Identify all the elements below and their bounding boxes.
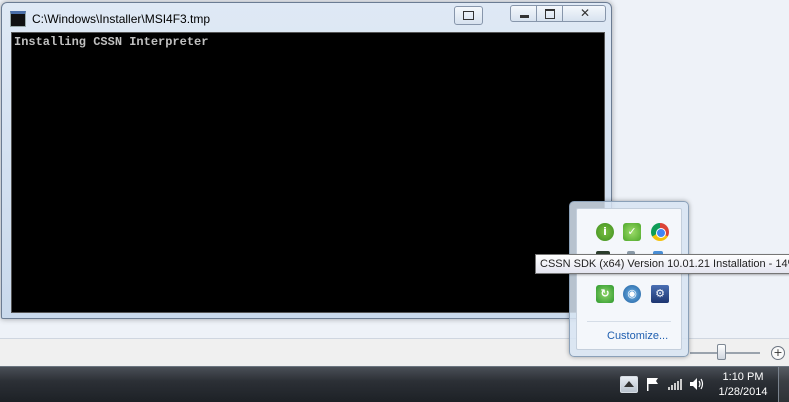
zoom-in-button[interactable]: + [771,346,785,360]
tray-overflow-panel: i ✓ ↻ ◉ ⚙ Customize... [576,208,682,350]
show-hidden-icons-button[interactable] [620,376,638,393]
chrome-icon[interactable] [651,223,669,241]
caption-buttons: ✕ [510,3,606,22]
tray-tooltip: CSSN SDK (x64) Version 10.01.21 Installa… [535,254,789,274]
installer-icon[interactable]: ⚙ [651,285,669,303]
leaf-green-icon[interactable]: ✓ [623,223,641,241]
minimize-button[interactable] [510,5,537,22]
show-desktop-button[interactable] [778,367,789,402]
window-extra-button[interactable] [454,6,483,25]
network-signal-icon[interactable] [667,376,683,392]
console-icon [10,11,26,27]
window-icon [463,11,474,20]
close-icon: ✕ [580,6,591,20]
chevron-up-icon [624,381,634,387]
maximize-button[interactable] [536,5,563,22]
tray-overflow-flyout: i ✓ ↻ ◉ ⚙ Customize... [569,201,689,357]
clock-time[interactable]: 1:10 PM [712,371,774,383]
customize-link[interactable]: Customize... [607,330,668,342]
volume-icon[interactable] [689,376,705,392]
flyout-divider [587,321,671,322]
minimize-icon [520,15,529,18]
action-center-flag-icon[interactable] [645,376,661,392]
console-output-area[interactable]: Installing CSSN Interpreter [11,32,605,313]
console-output-text: Installing CSSN Interpreter [14,35,209,49]
window-title: C:\Windows\Installer\MSI4F3.tmp [32,12,211,26]
network-blue-icon[interactable]: ◉ [623,285,641,303]
close-button[interactable]: ✕ [562,5,606,22]
console-window: C:\Windows\Installer\MSI4F3.tmp ✕ Instal… [1,2,612,319]
info-green-icon[interactable]: i [596,223,614,241]
clock-date[interactable]: 1/28/2014 [712,386,774,398]
refresh-green-icon[interactable]: ↻ [596,285,614,303]
taskbar: 1:10 PM 1/28/2014 [0,366,789,402]
zoom-slider-thumb[interactable] [717,344,726,360]
maximize-icon [545,9,555,19]
